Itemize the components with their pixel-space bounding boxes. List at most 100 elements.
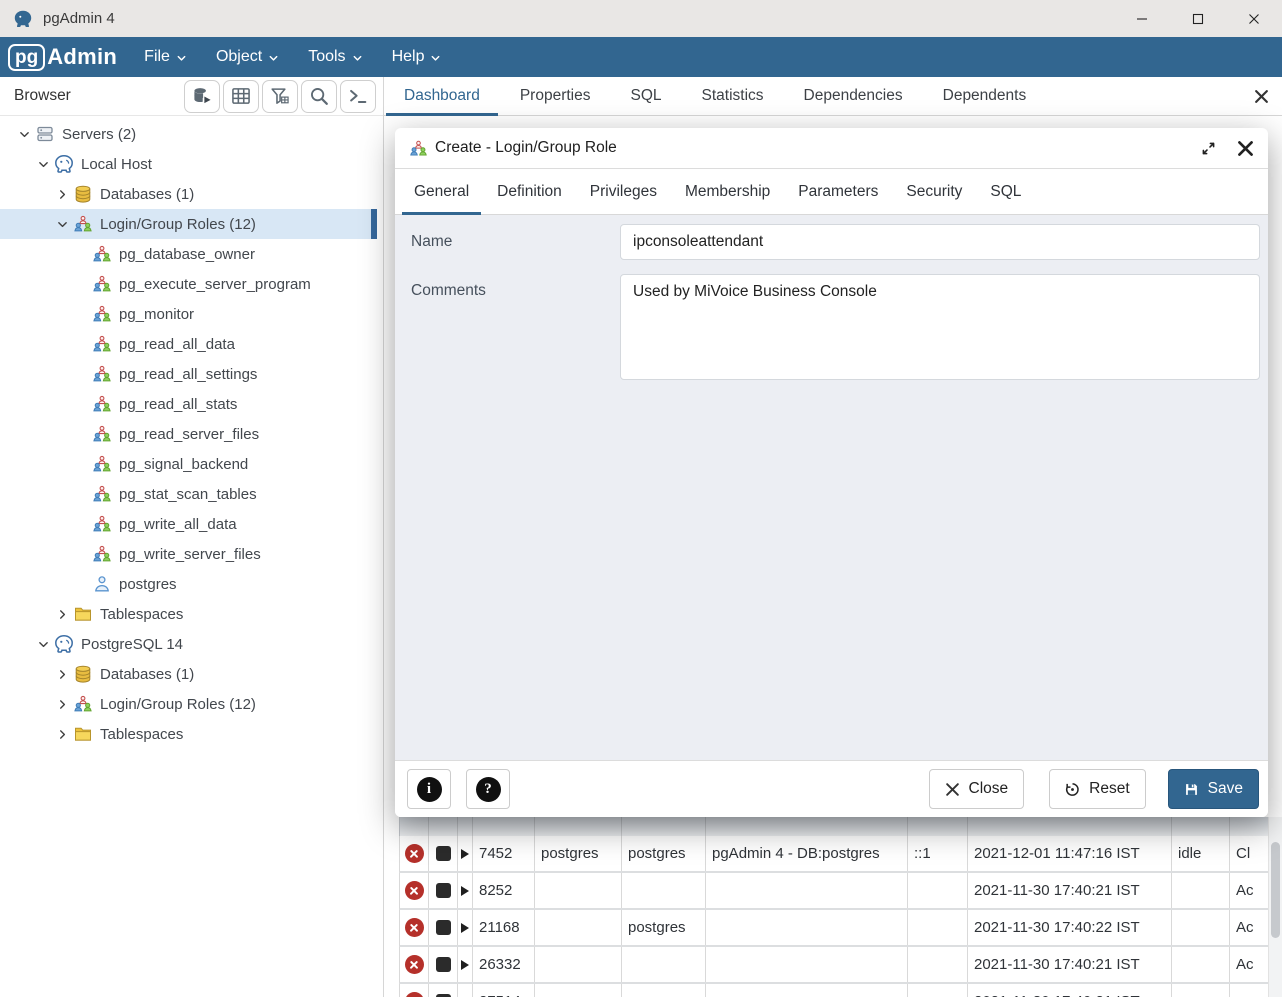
close-button[interactable]: Close [929,769,1025,809]
tree-item-pg-read-all-data[interactable]: pg_read_all_data [0,329,377,359]
dialog-close-button[interactable] [1237,140,1254,157]
row-expand-icon[interactable] [461,923,469,933]
filtered-rows-button[interactable] [262,80,298,113]
tree-item-local-host[interactable]: Local Host [0,149,377,179]
tree-item-servers-2[interactable]: Servers (2) [0,119,377,149]
dialog-tab-definition[interactable]: Definition [483,169,576,214]
menu-help[interactable]: Help [392,48,442,66]
header-cell [473,817,535,836]
row-expand-icon[interactable] [461,849,469,859]
scrollbar-thumb[interactable] [1271,842,1280,938]
tree-item-pg-execute-server-program[interactable]: pg_execute_server_program [0,269,377,299]
tree-item-label: Login/Group Roles (12) [100,216,256,233]
dialog-tab-sql[interactable]: SQL [976,169,1035,214]
cancel-query-icon[interactable] [405,844,424,863]
dialog-tab-membership[interactable]: Membership [671,169,784,214]
chevron-right-icon[interactable] [52,667,73,681]
tree-item-pg-write-all-data[interactable]: pg_write_all_data [0,509,377,539]
dialog-help-button[interactable]: ? [466,769,510,809]
session-wait-event [1230,984,1269,997]
tab-statistics[interactable]: Statistics [682,77,784,115]
menu-tools[interactable]: Tools [308,48,362,66]
psql-tool-button[interactable] [340,80,376,113]
dialog-header[interactable]: Create - Login/Group Role [395,128,1268,169]
tree-item-databases-1[interactable]: Databases (1) [0,659,377,689]
tree-item-tablespaces[interactable]: Tablespaces [0,599,377,629]
chevron-right-icon[interactable] [52,697,73,711]
comments-textarea[interactable]: Used by MiVoice Business Console [620,274,1260,380]
tree-item-postgresql-14[interactable]: PostgreSQL 14 [0,629,377,659]
tree-item-tablespaces[interactable]: Tablespaces [0,719,377,749]
search-objects-button[interactable] [301,80,337,113]
session-state [1172,984,1230,997]
tree-item-login-group-roles-12[interactable]: Login/Group Roles (12) [0,689,377,719]
header-cell [706,817,908,836]
help-icon: ? [476,777,501,802]
maximize-icon [1192,13,1204,25]
chevron-right-icon[interactable] [52,607,73,621]
dialog-expand-button[interactable] [1200,140,1217,157]
tree-item-databases-1[interactable]: Databases (1) [0,179,377,209]
terminate-session-icon[interactable] [436,920,451,935]
tree-item-pg-read-all-settings[interactable]: pg_read_all_settings [0,359,377,389]
view-data-button[interactable] [223,80,259,113]
maximize-button[interactable] [1170,0,1226,37]
session-client: ::1 [908,836,968,871]
chevron-down-icon[interactable] [52,217,73,231]
sql-help-button[interactable]: i [407,769,451,809]
tree-item-pg-database-owner[interactable]: pg_database_owner [0,239,377,269]
tab-sql[interactable]: SQL [610,77,681,115]
tree-item-login-group-roles-12[interactable]: Login/Group Roles (12) [0,209,377,239]
tree-item-pg-signal-backend[interactable]: pg_signal_backend [0,449,377,479]
expand-cell [458,873,473,908]
save-button-label: Save [1208,780,1243,798]
session-state: idle [1172,836,1230,871]
cancel-cell [400,873,429,908]
dialog-tab-security[interactable]: Security [892,169,976,214]
chevron-down-icon[interactable] [33,637,54,651]
sessions-scrollbar[interactable] [1268,817,1282,997]
tree-item-label: Login/Group Roles (12) [100,696,256,713]
tab-dependencies[interactable]: Dependencies [784,77,923,115]
chevron-down-icon[interactable] [14,127,35,141]
terminate-session-icon[interactable] [436,846,451,861]
terminate-session-icon[interactable] [436,957,451,972]
tab-properties[interactable]: Properties [500,77,611,115]
row-expand-icon[interactable] [461,960,469,970]
tree-item-pg-stat-scan-tables[interactable]: pg_stat_scan_tables [0,479,377,509]
minimize-button[interactable] [1114,0,1170,37]
row-expand-icon[interactable] [461,886,469,896]
close-window-button[interactable] [1226,0,1282,37]
dialog-tab-parameters[interactable]: Parameters [784,169,892,214]
menu-object[interactable]: Object [216,48,279,66]
tree-item-pg-read-all-stats[interactable]: pg_read_all_stats [0,389,377,419]
tab-dependents[interactable]: Dependents [923,77,1047,115]
tree-item-pg-read-server-files[interactable]: pg_read_server_files [0,419,377,449]
header-cell [400,817,429,836]
reset-button[interactable]: Reset [1049,769,1146,809]
tree-item-pg-write-server-files[interactable]: pg_write_server_files [0,539,377,569]
dialog-close-icon [1237,140,1254,157]
name-input[interactable] [620,224,1260,260]
session-application [706,873,908,908]
dialog-tab-privileges[interactable]: Privileges [576,169,671,214]
cancel-cell [400,947,429,982]
tree-item-pg-monitor[interactable]: pg_monitor [0,299,377,329]
panel-close-icon[interactable] [1254,89,1269,104]
chevron-right-icon[interactable] [52,727,73,741]
tree-item-postgres[interactable]: postgres [0,569,377,599]
tab-dashboard[interactable]: Dashboard [384,77,500,115]
chevron-right-icon[interactable] [52,187,73,201]
tree-item-label: Databases (1) [100,666,194,683]
terminate-session-icon[interactable] [436,883,451,898]
query-tool-button[interactable] [184,80,220,113]
chevron-down-icon[interactable] [33,157,54,171]
cancel-query-icon[interactable] [405,881,424,900]
cancel-query-icon[interactable] [405,918,424,937]
main-tabbar: DashboardPropertiesSQLStatisticsDependen… [383,77,1282,116]
cancel-query-icon[interactable] [405,992,424,997]
cancel-query-icon[interactable] [405,955,424,974]
save-button[interactable]: Save [1168,769,1259,809]
dialog-tab-general[interactable]: General [400,169,483,214]
menu-file[interactable]: File [144,48,187,66]
